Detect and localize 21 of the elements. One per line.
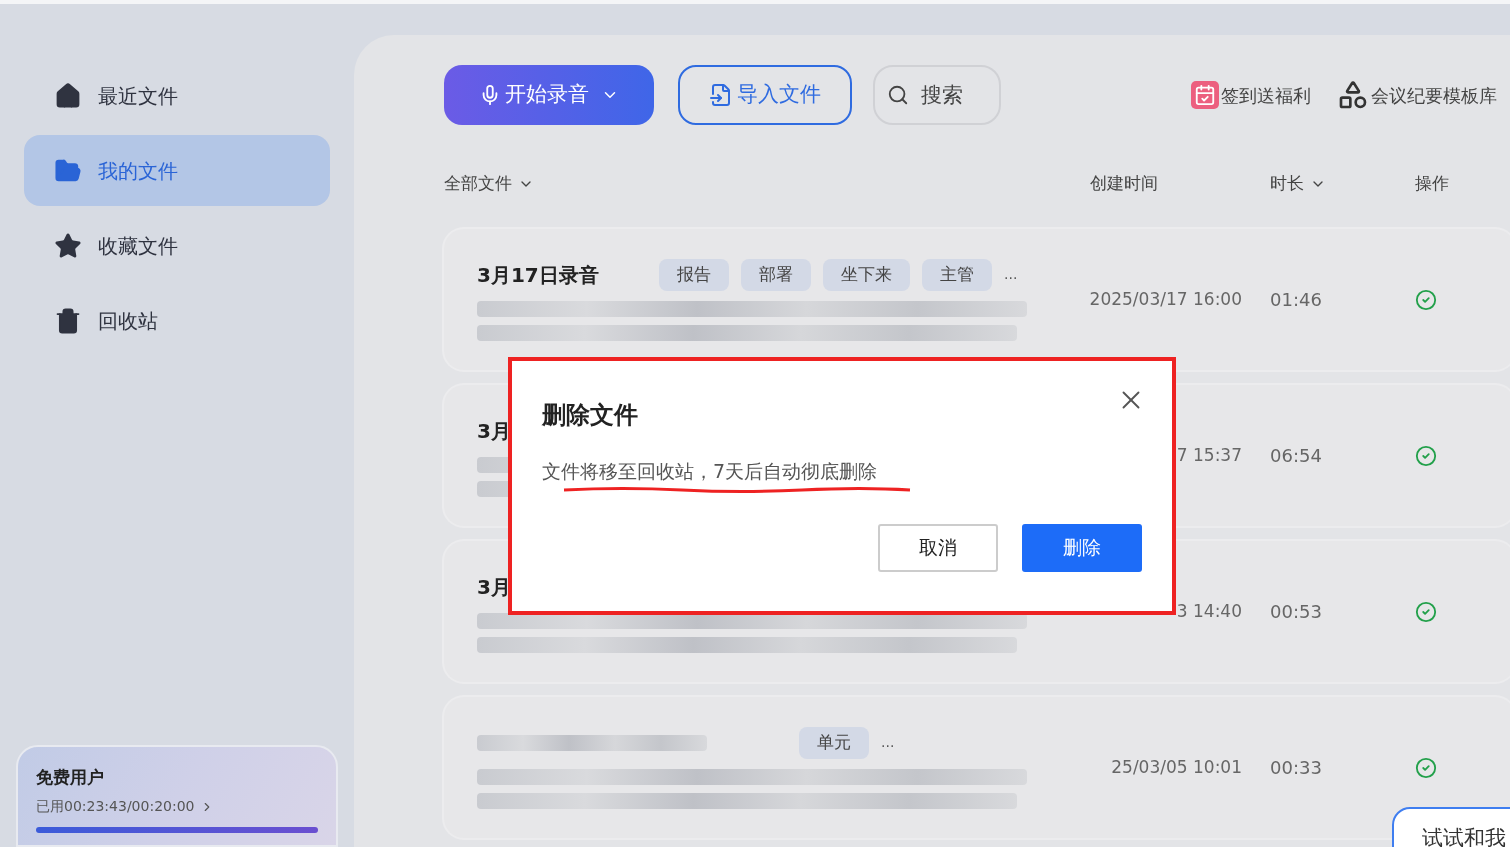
created-time: 2025/03/17 16:00	[1089, 287, 1242, 311]
plan-title: 免费用户	[36, 765, 105, 789]
created-time: 3 14:40	[1176, 599, 1242, 623]
created-time: 25/03/05 10:01	[1111, 755, 1242, 779]
created-time: 7 15:37	[1176, 443, 1242, 467]
file-title: 3月	[477, 418, 511, 443]
tag: 坐下来	[823, 258, 910, 291]
duration: 00:53	[1270, 600, 1323, 624]
duration: 01:46	[1270, 288, 1323, 312]
tag: 报告	[659, 258, 729, 291]
more-tags: ...	[1004, 264, 1018, 285]
file-title: 3月	[477, 574, 511, 599]
tag: 单元	[799, 726, 869, 759]
duration: 06:54	[1270, 444, 1323, 468]
tag: 主管	[922, 258, 992, 291]
tag: 部署	[741, 258, 811, 291]
dialog-title: 删除文件	[542, 400, 638, 431]
duration: 00:33	[1270, 756, 1323, 780]
file-title: 3月17日录音	[477, 262, 599, 287]
more-tags: ...	[881, 732, 895, 753]
dialog-message: 文件将移至回收站，7天后自动彻底删除	[542, 459, 878, 484]
